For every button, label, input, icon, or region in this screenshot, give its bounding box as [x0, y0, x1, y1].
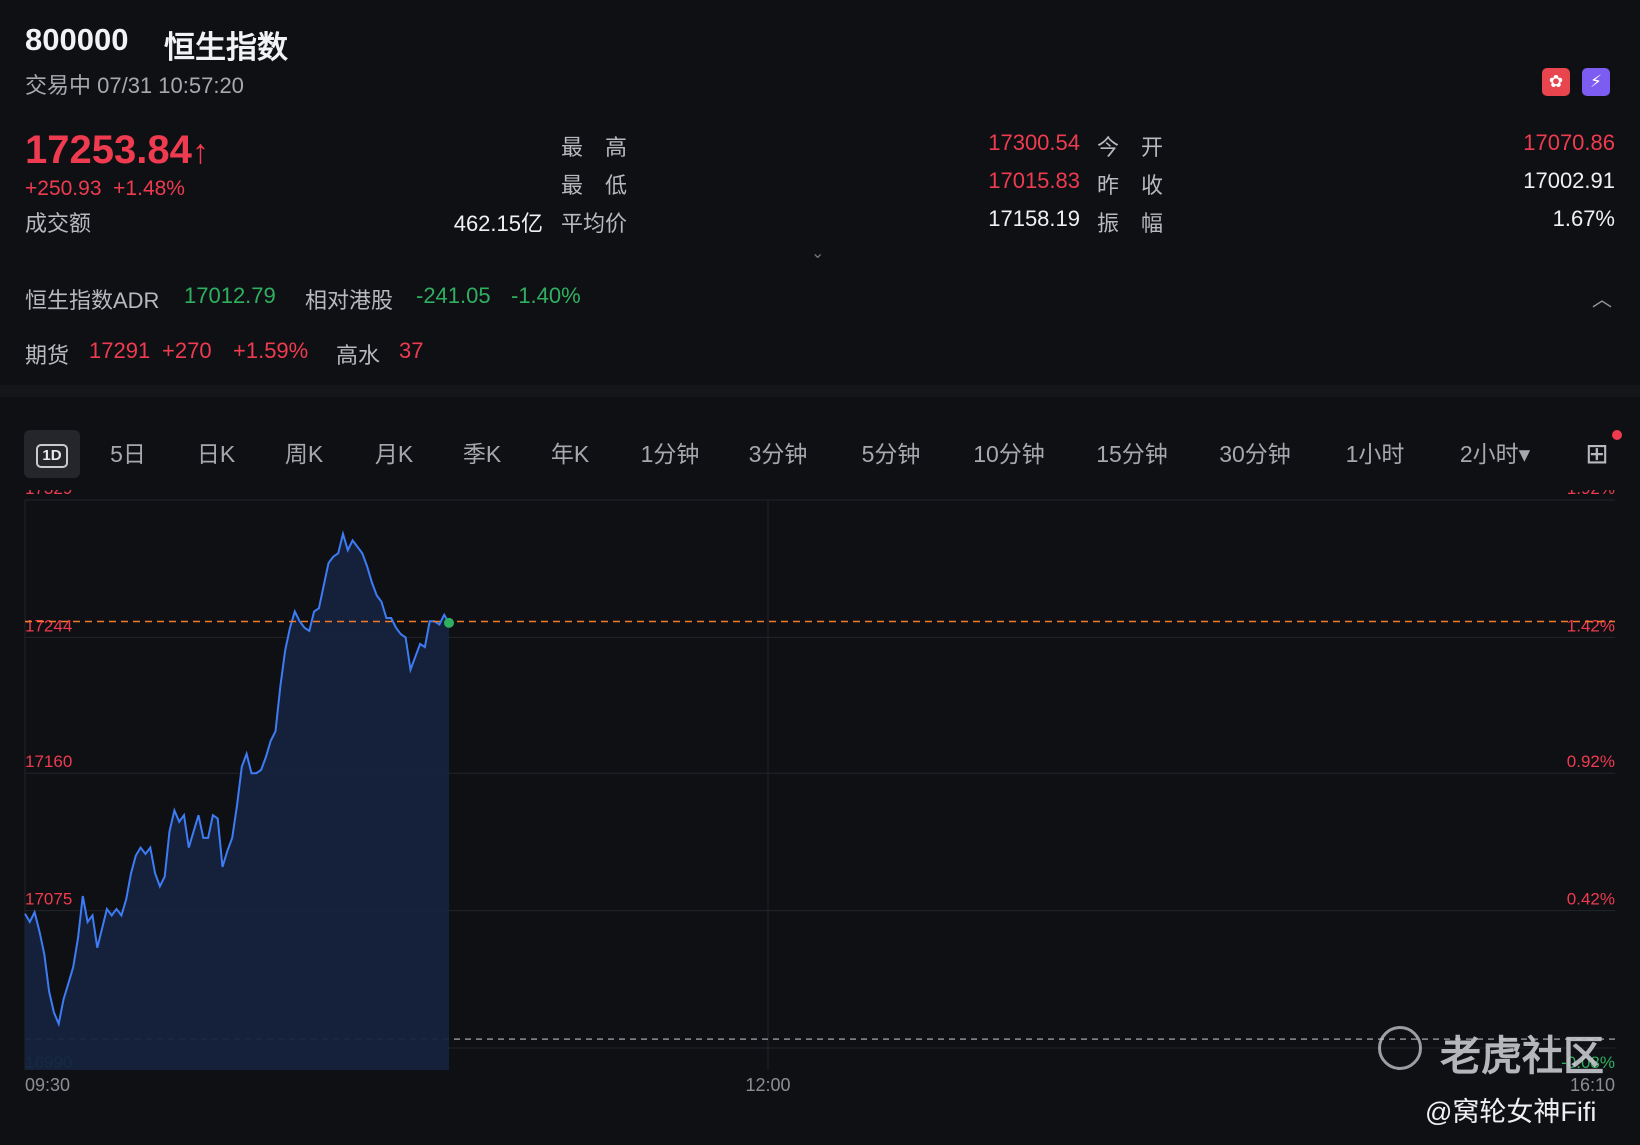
tiger-logo-icon — [1378, 1026, 1422, 1070]
watermark-user: @窝轮女神Fifi — [1425, 1097, 1597, 1127]
trading-status: 交易中 07/31 10:57:20 — [25, 73, 244, 98]
y-axis-right-tick: 0.42% — [1567, 890, 1615, 909]
watermark-brand: 老虎社区 — [1440, 1033, 1604, 1079]
grid-menu-icon[interactable]: ⊞ — [1577, 430, 1617, 478]
section-divider — [0, 385, 1640, 397]
high-value: 17300.54 — [988, 130, 1080, 155]
adr-relative-label: 相对港股 — [305, 288, 394, 313]
price-change: +250.93 +1.48% — [25, 177, 185, 200]
tab-monthly-k[interactable]: 月K — [366, 430, 422, 478]
avg-value: 17158.19 — [988, 206, 1080, 231]
premium-value: 37 — [399, 338, 424, 363]
futures-pct: +1.59% — [233, 338, 309, 363]
high-label: 最 高 — [561, 135, 628, 160]
notification-dot — [1612, 430, 1622, 440]
tab-15min[interactable]: 15分钟 — [1087, 430, 1177, 478]
tab-1min[interactable]: 1分钟 — [630, 430, 710, 478]
last-price-dot — [444, 617, 454, 628]
adr-relative-change: -241.05 — [416, 283, 491, 308]
tab-daily-k[interactable]: 日K — [188, 430, 244, 478]
tab-quarterly-k[interactable]: 季K — [454, 430, 510, 478]
collapse-chevron-icon[interactable]: ︿ — [1592, 283, 1612, 312]
expand-chevron-icon[interactable]: ⌄ — [811, 243, 824, 263]
turnover-label: 成交额 — [25, 211, 92, 236]
tab-2hour-dropdown[interactable]: 2小时▾ — [1447, 430, 1543, 478]
y-axis-right-tick: 0.92% — [1567, 752, 1615, 771]
stock-code: 800000 — [25, 22, 129, 57]
avg-label: 平均价 — [561, 211, 628, 236]
last-price: 17253.84↑ — [25, 128, 209, 172]
y-axis-left-tick: 17244 — [25, 616, 72, 635]
prev-close-label: 昨 收 — [1097, 173, 1164, 198]
price-series — [24, 530, 1615, 1070]
turnover-value: 462.15亿 — [453, 211, 543, 236]
y-axis-right-tick: 1.42% — [1567, 616, 1615, 635]
amplitude-label: 振 幅 — [1097, 211, 1164, 236]
y-axis-left-tick: 17075 — [25, 890, 72, 909]
tab-1d[interactable]: 1D — [24, 430, 80, 478]
up-arrow-icon: ↑ — [191, 133, 209, 171]
lightning-icon[interactable]: ⚡ — [1582, 68, 1610, 96]
tab-5day[interactable]: 5日 — [100, 430, 156, 478]
hk-flower-icon[interactable]: ✿ — [1542, 68, 1570, 96]
tab-30min[interactable]: 30分钟 — [1210, 430, 1300, 478]
futures-value: 17291 — [89, 338, 151, 363]
low-label: 最 低 — [561, 173, 628, 198]
index-name: 恒生指数 — [164, 30, 288, 65]
low-value: 17015.83 — [988, 168, 1080, 193]
x-axis-tick: 09:30 — [25, 1075, 70, 1095]
tab-3min[interactable]: 3分钟 — [738, 430, 818, 478]
adr-label: 恒生指数ADR — [25, 288, 160, 313]
y-axis-left-tick: 17329 — [25, 490, 72, 498]
y-axis-left-tick: 17160 — [25, 752, 72, 771]
intraday-chart[interactable]: 17329 1.92% 17244 1.42% 17160 0.92% 17075 0.42%… — [0, 490, 1640, 1110]
tab-10min[interactable]: 10分钟 — [964, 430, 1054, 478]
y-axis-right-tick: 1.92% — [1567, 490, 1615, 498]
open-value: 17070.86 — [1523, 130, 1615, 155]
premium-label: 高水 — [336, 343, 381, 368]
tab-yearly-k[interactable]: 年K — [542, 430, 598, 478]
tab-weekly-k[interactable]: 周K — [276, 430, 332, 478]
futures-change: +270 — [162, 338, 212, 363]
futures-label: 期货 — [25, 343, 70, 368]
adr-value: 17012.79 — [184, 283, 276, 308]
prev-close-value: 17002.91 — [1523, 168, 1615, 193]
x-axis-tick: 12:00 — [745, 1075, 790, 1095]
adr-relative-pct: -1.40% — [511, 283, 581, 308]
tab-1hour[interactable]: 1小时 — [1335, 430, 1415, 478]
open-label: 今 开 — [1097, 135, 1164, 160]
amplitude-value: 1.67% — [1552, 206, 1615, 231]
tab-5min[interactable]: 5分钟 — [851, 430, 931, 478]
timeframe-tabs: 1D 5日 日K 周K 月K 季K 年K 1分钟 3分钟 5分钟 10分钟 15… — [0, 430, 1640, 482]
